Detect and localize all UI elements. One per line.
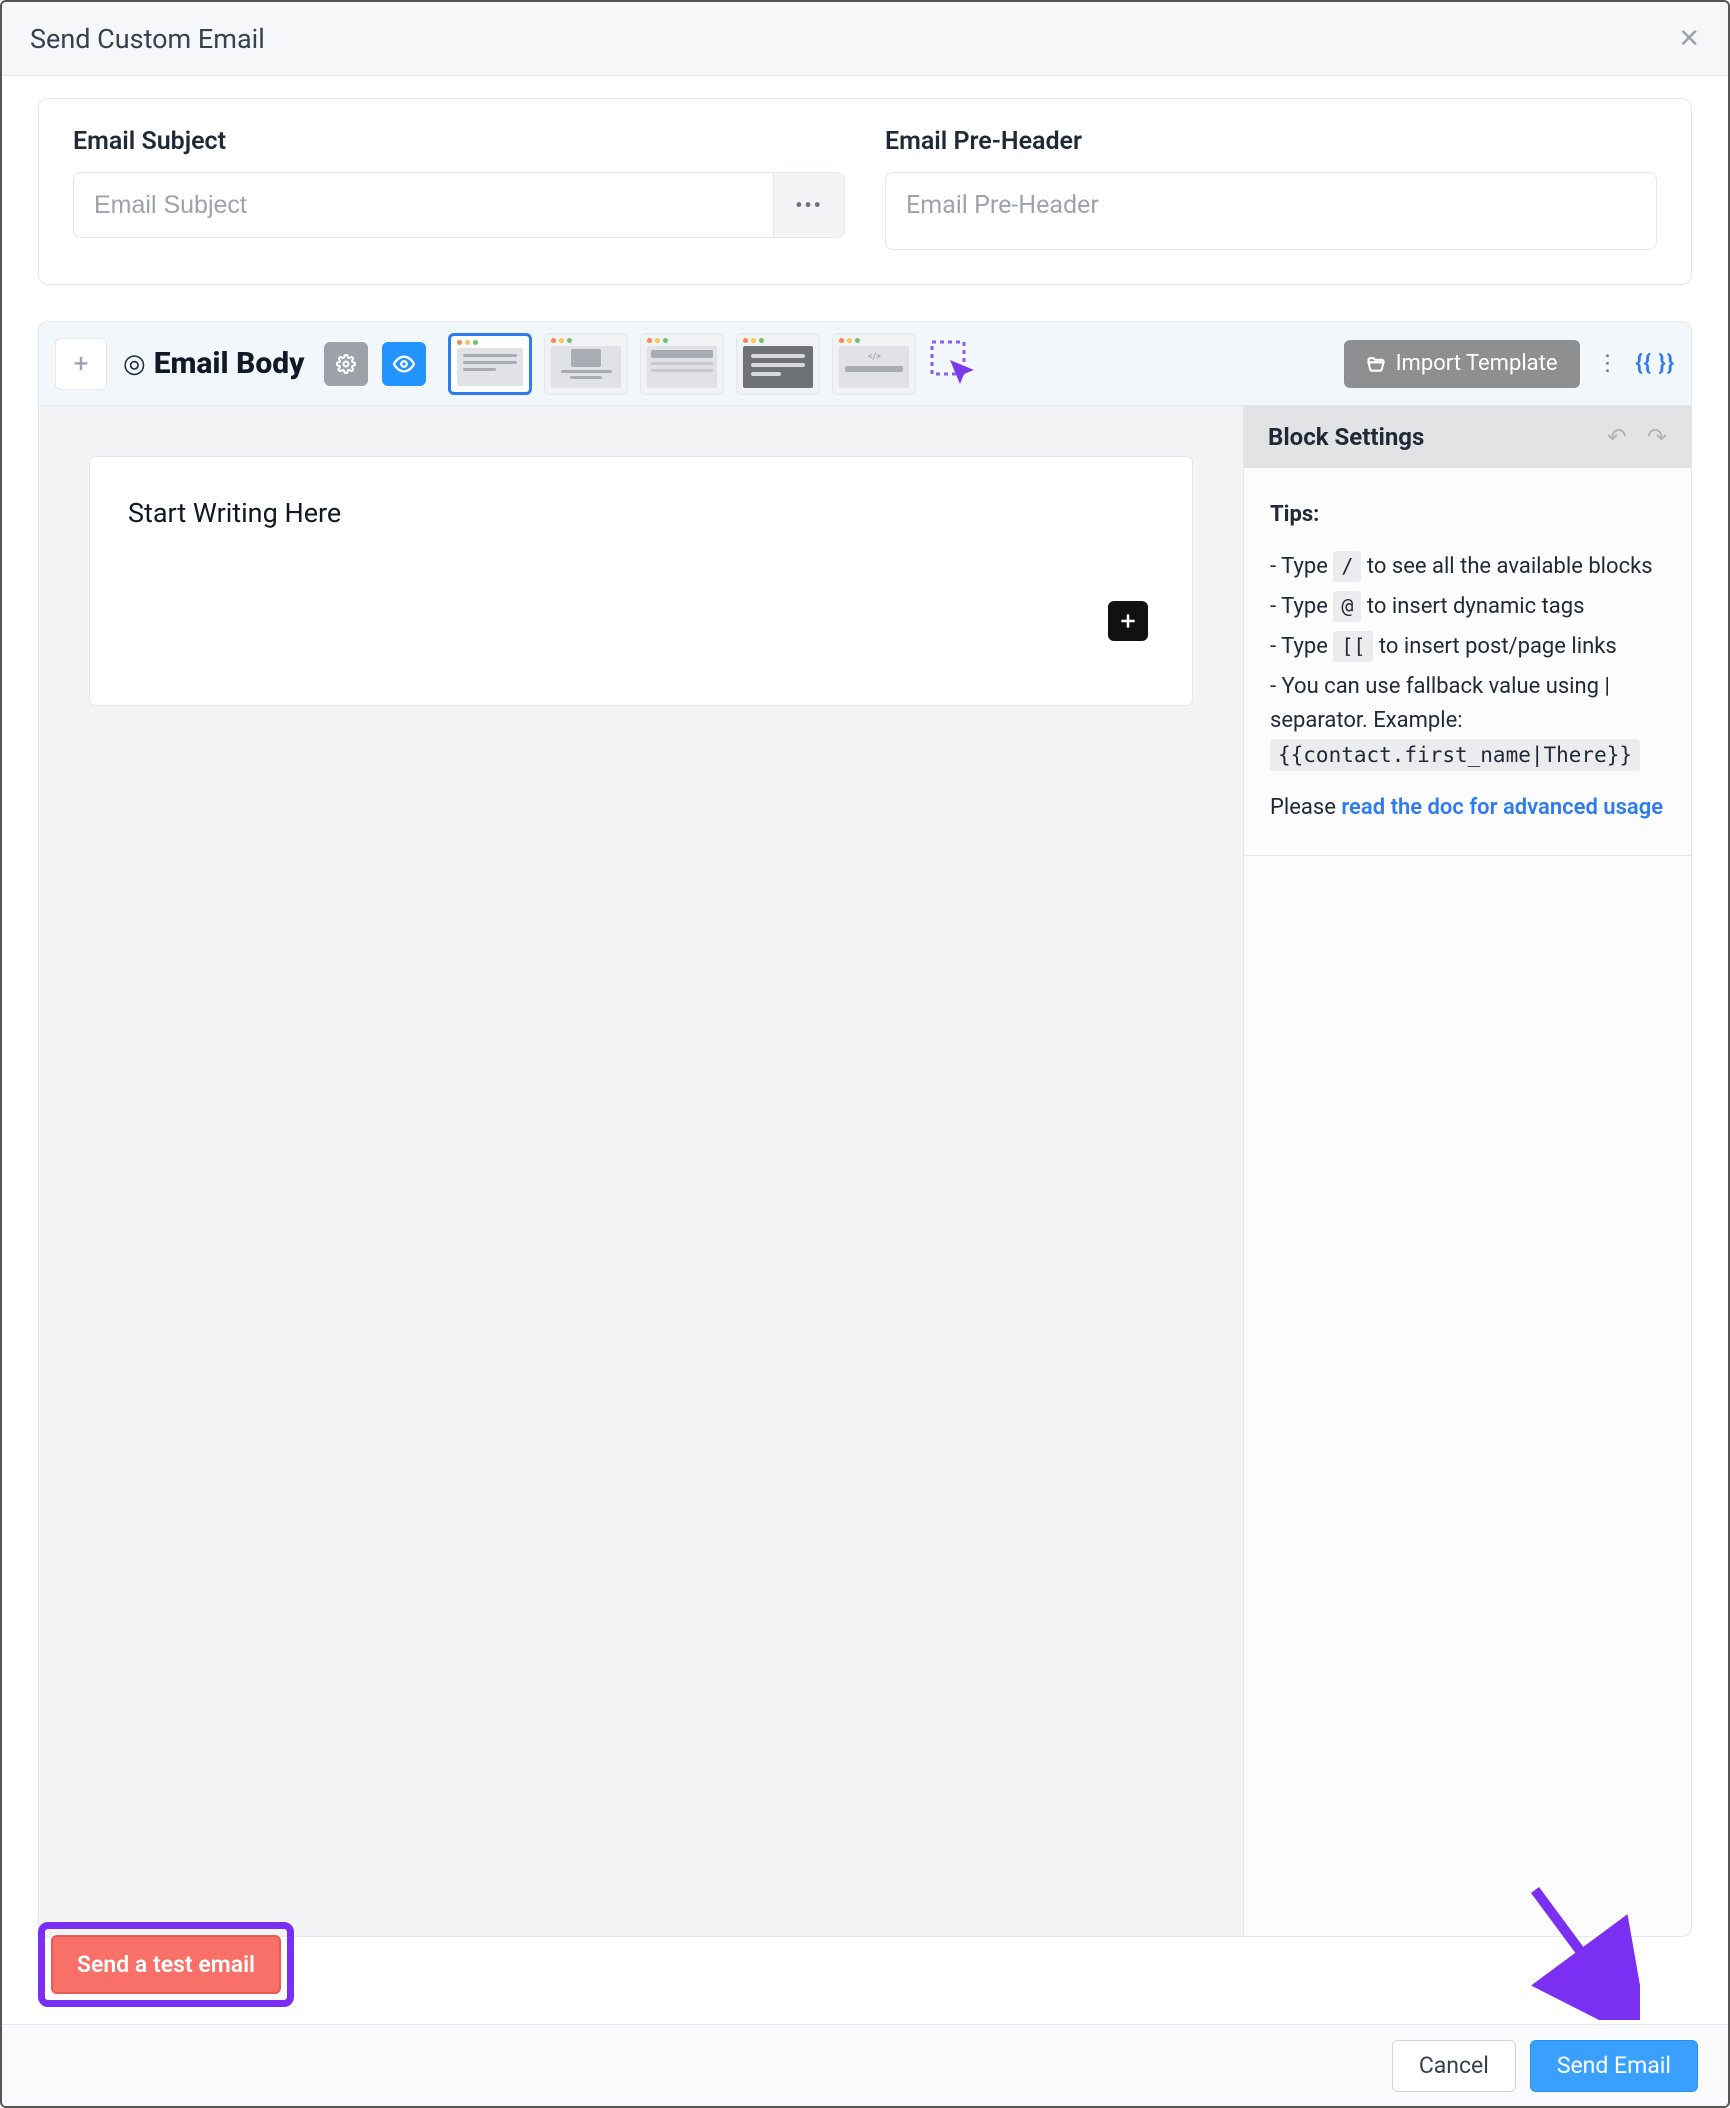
input-email-preheader[interactable] xyxy=(885,172,1657,250)
merge-tags-button[interactable]: {{ }} xyxy=(1636,351,1675,376)
start-writing-placeholder: Start Writing Here xyxy=(128,497,1154,529)
layout-simple[interactable] xyxy=(448,333,532,395)
layout-html[interactable]: </> xyxy=(832,333,916,395)
target-icon: ◎ xyxy=(123,349,146,379)
eye-icon[interactable] xyxy=(382,342,426,386)
tips-panel: Tips: - Type / to see all the available … xyxy=(1244,468,1691,856)
subject-more-button[interactable]: ••• xyxy=(773,172,845,238)
content-block[interactable]: Start Writing Here xyxy=(89,456,1193,706)
tips-doc-line: Please read the doc for advanced usage xyxy=(1270,791,1665,825)
editor-main: Start Writing Here Block Settings ↶ ↷ xyxy=(39,406,1691,1936)
test-email-highlight: Send a test email xyxy=(38,1922,294,2007)
undo-icon[interactable]: ↶ xyxy=(1607,423,1627,451)
layout-plain-text[interactable] xyxy=(736,333,820,395)
sidebar-header: Block Settings ↶ ↷ xyxy=(1244,406,1691,468)
layout-header-text[interactable] xyxy=(640,333,724,395)
add-block-button[interactable]: + xyxy=(55,338,107,390)
field-email-subject: Email Subject ••• xyxy=(73,127,845,250)
kebab-menu-icon[interactable]: ⋮ xyxy=(1596,340,1620,388)
sidebar-title: Block Settings xyxy=(1268,423,1424,451)
send-test-email-button[interactable]: Send a test email xyxy=(51,1935,281,1994)
tip-slash: - Type / to see all the available blocks xyxy=(1270,550,1665,584)
dialog-title: Send Custom Email xyxy=(30,23,265,55)
cancel-button[interactable]: Cancel xyxy=(1392,2040,1516,2092)
send-email-button[interactable]: Send Email xyxy=(1530,2040,1698,2092)
close-icon[interactable]: ✕ xyxy=(1678,26,1700,52)
bottom-area: Send a test email xyxy=(38,1916,1692,2024)
editor-canvas[interactable]: Start Writing Here xyxy=(39,406,1243,1936)
editor-toolbar: + ◎ Email Body xyxy=(39,322,1691,406)
redo-icon[interactable]: ↷ xyxy=(1647,423,1667,451)
block-settings-sidebar: Block Settings ↶ ↷ Tips: - Type / to see… xyxy=(1243,406,1691,1936)
doc-link[interactable]: read the doc for advanced usage xyxy=(1341,795,1663,820)
dialog-body: Email Subject ••• Email Pre-Header + ◎ E… xyxy=(2,76,1728,2024)
tip-at: - Type @ to insert dynamic tags xyxy=(1270,590,1665,624)
email-body-label: Email Body xyxy=(154,346,305,381)
import-template-label: Import Template xyxy=(1396,351,1558,376)
label-email-subject: Email Subject xyxy=(73,127,845,156)
editor-card: + ◎ Email Body xyxy=(38,321,1692,1937)
add-content-button[interactable] xyxy=(1108,601,1148,641)
layout-image-text[interactable] xyxy=(544,333,628,395)
dialog-footer: Cancel Send Email xyxy=(2,2024,1728,2106)
inputs-card: Email Subject ••• Email Pre-Header xyxy=(38,98,1692,285)
import-template-button[interactable]: Import Template xyxy=(1344,340,1580,388)
dialog-window: Send Custom Email ✕ Email Subject ••• Em… xyxy=(0,0,1730,2108)
input-email-subject[interactable] xyxy=(73,172,773,238)
builder-cursor-icon[interactable] xyxy=(926,336,982,392)
field-email-preheader: Email Pre-Header xyxy=(885,127,1657,250)
folder-open-icon xyxy=(1366,354,1386,374)
layout-swatches: </> xyxy=(448,333,916,395)
tip-bracket: - Type [[ to insert post/page links xyxy=(1270,630,1665,664)
dialog-header: Send Custom Email ✕ xyxy=(2,2,1728,76)
gear-icon[interactable] xyxy=(324,342,368,386)
tips-heading: Tips: xyxy=(1270,498,1665,532)
label-email-preheader: Email Pre-Header xyxy=(885,127,1657,156)
tip-fallback: - You can use fallback value using | sep… xyxy=(1270,670,1665,772)
